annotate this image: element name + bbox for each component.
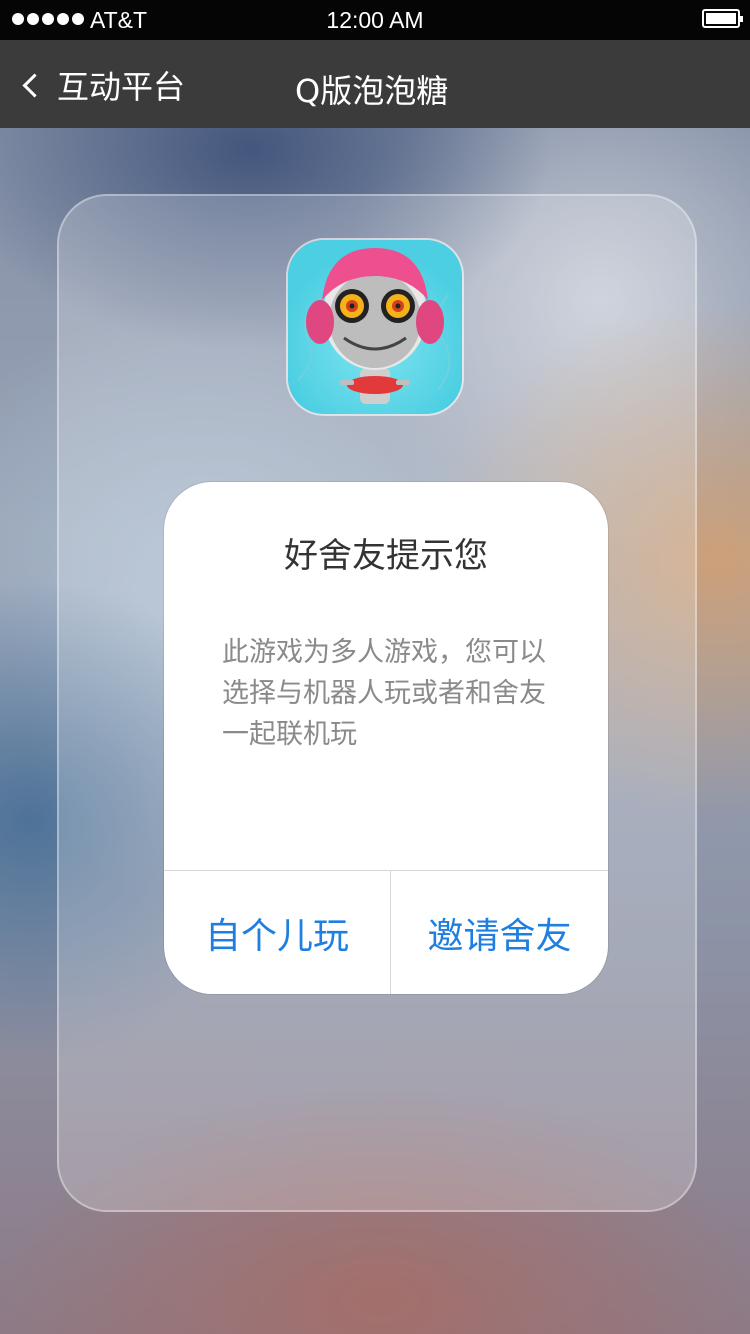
status-bar: AT&T 12:00 AM [0,0,750,40]
dialog-title: 好舍友提示您 [284,536,488,576]
page-title: Q版泡泡糖 [295,72,449,110]
back-label: 互动平台 [57,68,186,106]
navigation-bar: 互动平台 Q版泡泡糖 [0,40,750,128]
chevron-left-icon [22,72,47,98]
alert-dialog: 好舍友提示您 此游戏为多人游戏，您可以选择与机器人玩或者和舍友一起联机玩 自个儿… [164,482,608,994]
dialog-message: 此游戏为多人游戏，您可以选择与机器人玩或者和舍友一起联机玩 [222,637,546,750]
back-button[interactable]: 互动平台 [18,60,185,110]
battery-icon [702,9,743,28]
play-solo-button[interactable]: 自个儿玩 [164,871,390,994]
invite-roommate-button[interactable]: 邀请舍友 [391,871,608,994]
clock: 12:00 AM [326,7,424,33]
robot-character-icon [288,240,462,414]
